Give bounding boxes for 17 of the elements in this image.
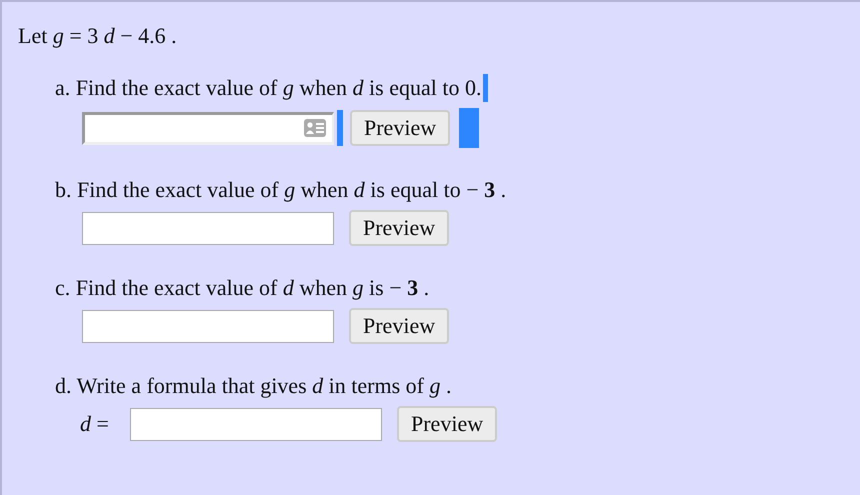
preview-button[interactable]: Preview — [397, 406, 498, 442]
answer-field[interactable] — [82, 112, 334, 144]
answer-field[interactable] — [82, 212, 334, 244]
preview-button[interactable]: Preview — [349, 210, 450, 246]
problem-statement: Let g = 3 d − 4.6 . — [18, 22, 178, 50]
preview-button[interactable]: Preview — [349, 308, 450, 344]
answer-field[interactable] — [82, 310, 334, 342]
question-text: a. Find the exact value of g when d is equal to 0. — [55, 75, 482, 101]
question-text: c. Find the exact value of d when g is − 3 . — [55, 275, 430, 301]
question-text: d. Write a formula that gives d in terms of g . — [55, 373, 452, 399]
answer-field[interactable] — [130, 408, 382, 440]
question-text: b. Find the exact value of g when d is equal to − 3 . — [55, 177, 506, 203]
contact-card-icon — [304, 119, 326, 137]
answer-label: d = — [80, 411, 110, 437]
preview-button[interactable]: Preview — [350, 110, 450, 146]
selection-marker — [459, 108, 480, 148]
selection-marker — [337, 110, 343, 146]
